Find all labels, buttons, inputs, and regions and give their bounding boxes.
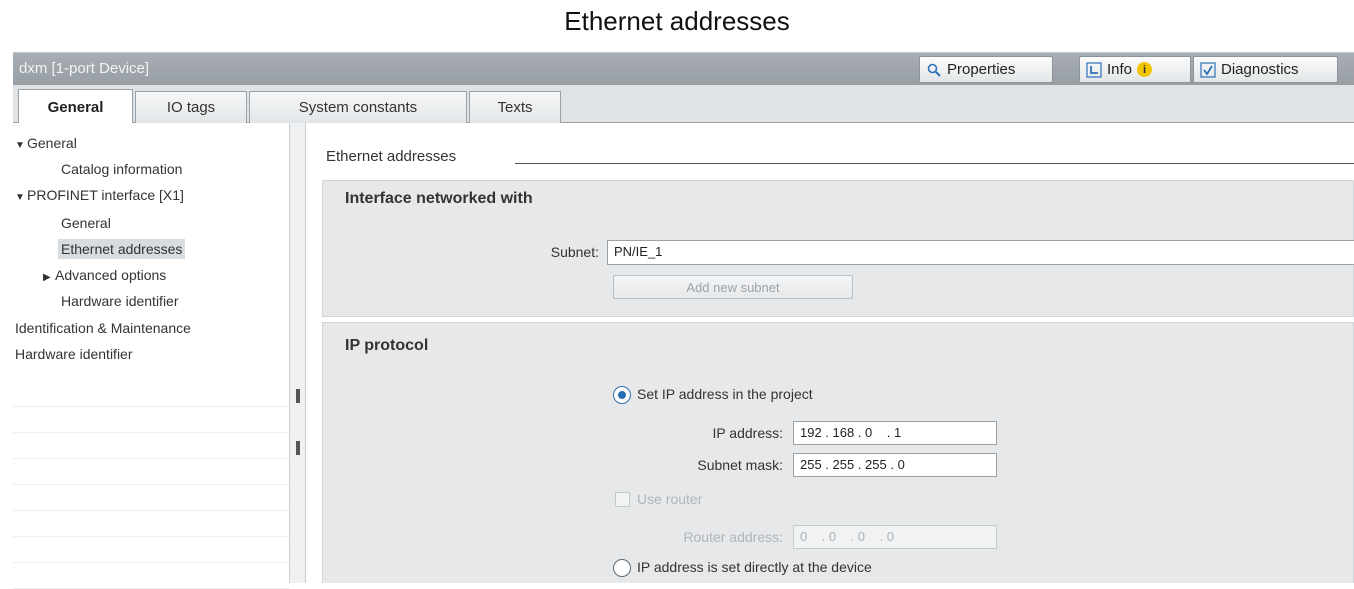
sidebar-item-interface-hardware-identifier[interactable]: Hardware identifier bbox=[61, 291, 179, 311]
router-address-label: Router address: bbox=[683, 529, 783, 545]
ip-address-label: IP address: bbox=[712, 425, 783, 441]
expanded-triangle-icon: ▼ bbox=[15, 192, 25, 203]
diagnostics-button[interactable]: Diagnostics bbox=[1193, 56, 1338, 83]
ip-protocol-panel-title: IP protocol bbox=[345, 337, 429, 354]
add-new-subnet-button[interactable]: Add new subnet bbox=[613, 275, 853, 299]
sidebar-item-general[interactable]: ▼ General bbox=[15, 133, 77, 156]
ip-protocol-panel: IP protocol Set IP address in the projec… bbox=[322, 322, 1354, 583]
info-tab-icon bbox=[1086, 61, 1102, 78]
subnet-label: Subnet: bbox=[550, 244, 599, 260]
device-title: dxm [1-port Device] bbox=[19, 60, 150, 77]
collapsed-triangle-icon: ▶ bbox=[43, 272, 51, 283]
set-directly-radio[interactable] bbox=[613, 559, 631, 577]
set-in-project-radio[interactable] bbox=[613, 386, 631, 404]
use-router-checkbox[interactable] bbox=[615, 492, 630, 507]
set-directly-label: IP address is set directly at the device bbox=[637, 559, 872, 575]
ip-address-field[interactable]: 192 . 168 . 0 . 1 bbox=[793, 421, 997, 445]
sidebar-item-profinet-interface[interactable]: ▼ PROFINET interface [X1] bbox=[15, 185, 184, 208]
tab-general[interactable]: General bbox=[18, 89, 133, 124]
properties-label: Properties bbox=[947, 61, 1016, 78]
splitter-grip-icon bbox=[296, 389, 300, 403]
properties-button[interactable]: Properties bbox=[919, 56, 1053, 83]
properties-icon bbox=[926, 62, 942, 78]
info-icon: i bbox=[1137, 62, 1153, 77]
sidebar-item-ethernet-addresses[interactable]: Ethernet addresses bbox=[58, 239, 186, 259]
subnet-field[interactable]: PN/IE_1 bbox=[607, 240, 1354, 265]
diagnostics-label: Diagnostics bbox=[1221, 61, 1299, 78]
subnet-mask-field[interactable]: 255 . 255 . 255 . 0 bbox=[793, 453, 997, 477]
sidebar-item-interface-general[interactable]: General bbox=[61, 213, 111, 233]
set-in-project-label: Set IP address in the project bbox=[637, 386, 813, 402]
diagnostics-icon bbox=[1200, 61, 1216, 78]
tab-system-constants[interactable]: System constants bbox=[249, 91, 467, 123]
section-title: Ethernet addresses bbox=[326, 148, 457, 165]
sidebar-splitter[interactable] bbox=[289, 123, 306, 583]
use-router-label: Use router bbox=[637, 491, 703, 507]
expanded-triangle-icon: ▼ bbox=[15, 140, 25, 151]
sidebar-navigation: ▼ General Catalog information ▼ PROFINET i… bbox=[13, 123, 289, 589]
info-label: Info bbox=[1107, 61, 1133, 78]
sidebar-item-hardware-identifier[interactable]: Hardware identifier bbox=[15, 344, 133, 364]
section-divider bbox=[515, 163, 1354, 164]
interface-networked-panel: Interface networked with Subnet: PN/IE_1… bbox=[322, 180, 1354, 317]
inspector-title-bar: dxm [1-port Device] Properties Info i Di… bbox=[13, 52, 1354, 85]
content-area: Ethernet addresses Interface networked w… bbox=[306, 123, 1354, 583]
figure-caption: Ethernet addresses bbox=[564, 6, 790, 36]
tab-texts[interactable]: Texts bbox=[469, 91, 561, 123]
sidebar-item-catalog-information[interactable]: Catalog information bbox=[61, 159, 182, 179]
tab-io-tags[interactable]: IO tags bbox=[135, 91, 247, 123]
sidebar-item-identification-maintenance[interactable]: Identification & Maintenance bbox=[15, 318, 191, 338]
router-address-field[interactable]: 0 . 0 . 0 . 0 bbox=[793, 525, 997, 549]
sidebar-item-advanced-options[interactable]: ▶ Advanced options bbox=[43, 265, 166, 288]
info-button[interactable]: Info i bbox=[1079, 56, 1191, 83]
subnet-mask-label: Subnet mask: bbox=[697, 457, 783, 473]
splitter-grip-icon bbox=[296, 441, 300, 455]
interface-panel-title: Interface networked with bbox=[345, 190, 533, 207]
properties-tab-bar: General IO tags System constants Texts bbox=[13, 85, 1354, 124]
